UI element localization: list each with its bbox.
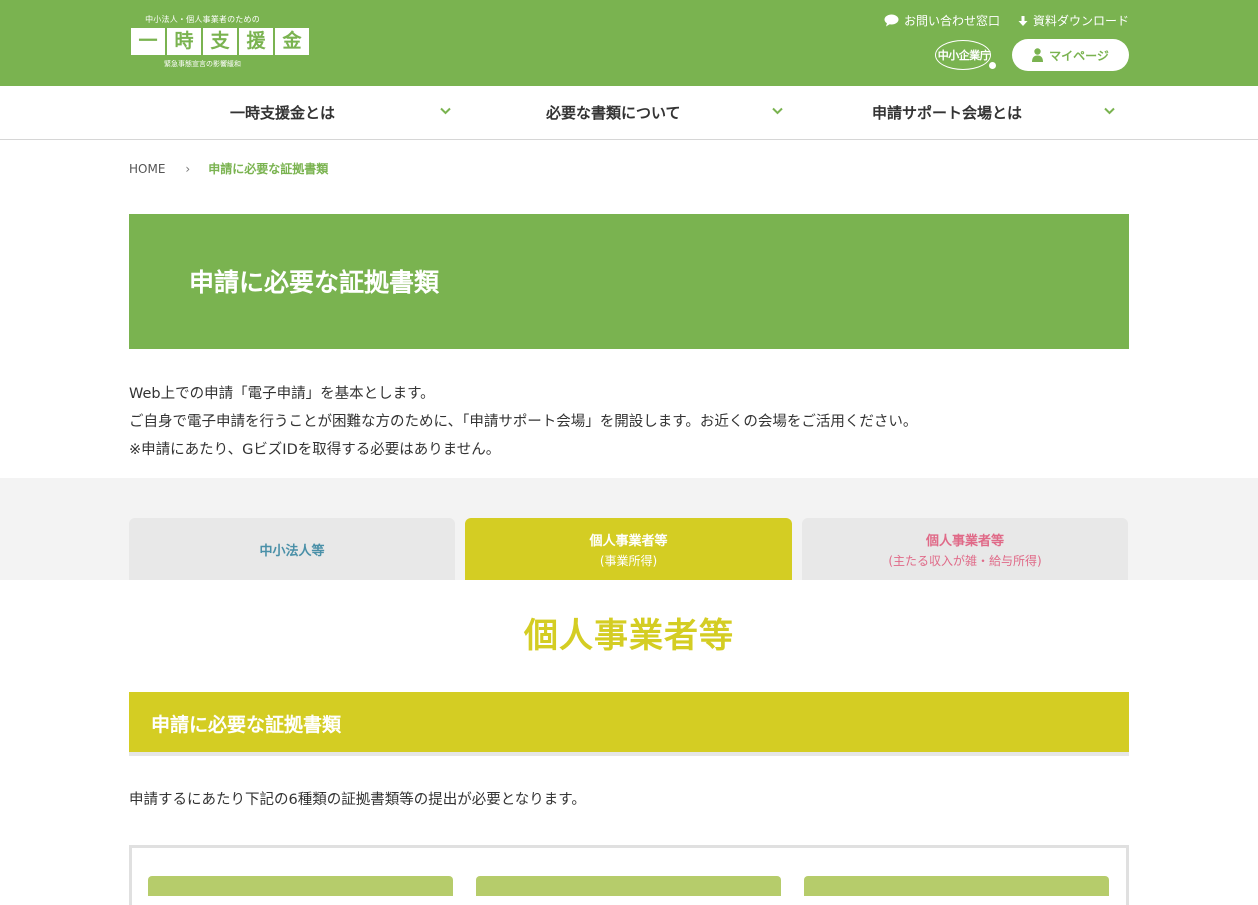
chevron-down-icon [1104,107,1115,115]
logo-char: 援 [239,28,273,55]
tab-sublabel: (事業所得) [599,553,658,568]
section-title: 個人事業者等 [524,616,734,656]
tab-label: 中小法人等 [259,543,325,559]
chevron-down-icon [772,107,783,115]
logo-char: 金 [275,28,309,55]
download-arrow-icon [1018,15,1028,26]
download-link-label: 資料ダウンロード [1032,14,1129,28]
documents-card-container [129,845,1129,905]
breadcrumb: HOME › 申請に必要な証拠書類 [129,160,328,177]
chat-bubble-icon [884,14,899,27]
breadcrumb-separator: › [185,161,191,176]
download-link[interactable]: 資料ダウンロード [1018,12,1129,29]
logo-char: 時 [167,28,201,55]
nav-item-label: 一時支援金とは [230,104,336,122]
logo-subtitle: 緊急事態宣言の影響緩和 [164,60,241,68]
contact-link[interactable]: お問い合わせ窓口 [884,12,1000,29]
user-icon [1032,48,1044,62]
agency-logo-dot [989,62,996,69]
tab-sublabel: (主たる収入が雑・給与所得) [888,553,1042,568]
logo-char: 支 [203,28,237,55]
nav-item-label: 必要な書類について [546,104,681,122]
intro-line: Web上での申請「電子申請」を基本とします。 [129,386,435,402]
logo-title: 一 時 支 援 金 [131,28,309,55]
logo-tagline: 中小法人・個人事業者のための [145,15,260,24]
main-nav: 一時支援金とは 必要な書類について 申請サポート会場とは [0,86,1258,140]
tab-label: 個人事業者等 [925,533,1004,549]
site-logo[interactable]: 中小法人・個人事業者のための 一 時 支 援 金 緊急事態宣言の影響緩和 [130,14,309,70]
page-title: 申請に必要な証拠書類 [189,268,440,297]
mypage-button-label: マイページ [1049,48,1109,63]
document-card-header [148,876,453,896]
nav-item-support-venue[interactable]: 申請サポート会場とは [872,86,1120,139]
logo-char: 一 [131,28,165,55]
nav-item-label: 申請サポート会場とは [872,104,1023,122]
documents-description: 申請するにあたり下記の6種類の証拠書類等の提出が必要となります。 [129,792,586,808]
site-header: 中小法人・個人事業者のための 一 時 支 援 金 緊急事態宣言の影響緩和 お問い… [0,0,1258,86]
intro-line: ご自身で電子申請を行うことが困難な方のために、「申請サポート会場」を開設します。… [129,414,918,430]
tab-sme-corporations[interactable]: 中小法人等 [129,518,455,580]
utility-links: お問い合わせ窓口 資料ダウンロード [884,12,1129,29]
tab-sole-proprietor-misc-salary-income[interactable]: 個人事業者等 (主たる収入が雑・給与所得) [802,518,1128,580]
breadcrumb-current: 申請に必要な証拠書類 [208,162,329,176]
tab-sole-proprietor-business-income[interactable]: 個人事業者等 (事業所得) [465,518,792,580]
breadcrumb-home-link[interactable]: HOME [129,162,165,176]
document-card-header [476,876,781,896]
intro-line: ※申請にあたり、GビズIDを取得する必要はありません。 [129,442,501,458]
documents-heading-bar: 申請に必要な証拠書類 [129,692,1129,752]
heading-bar-shadow [129,752,1129,756]
tab-label: 個人事業者等 [589,533,668,549]
intro-text: Web上での申請「電子申請」を基本とします。 ご自身で電子申請を行うことが困難な… [129,380,917,464]
agency-logo-text: 中小企業庁 [937,49,991,62]
nav-item-documents[interactable]: 必要な書類について [546,86,786,139]
page-title-banner: 申請に必要な証拠書類 [129,214,1129,349]
mypage-button[interactable]: マイページ [1012,39,1129,71]
document-card-header [804,876,1109,896]
contact-link-label: お問い合わせ窓口 [903,14,1000,28]
nav-item-about[interactable]: 一時支援金とは [230,86,452,139]
chevron-down-icon [440,107,451,115]
sme-agency-logo[interactable]: 中小企業庁 [934,38,998,72]
documents-heading: 申請に必要な証拠書類 [151,714,342,736]
